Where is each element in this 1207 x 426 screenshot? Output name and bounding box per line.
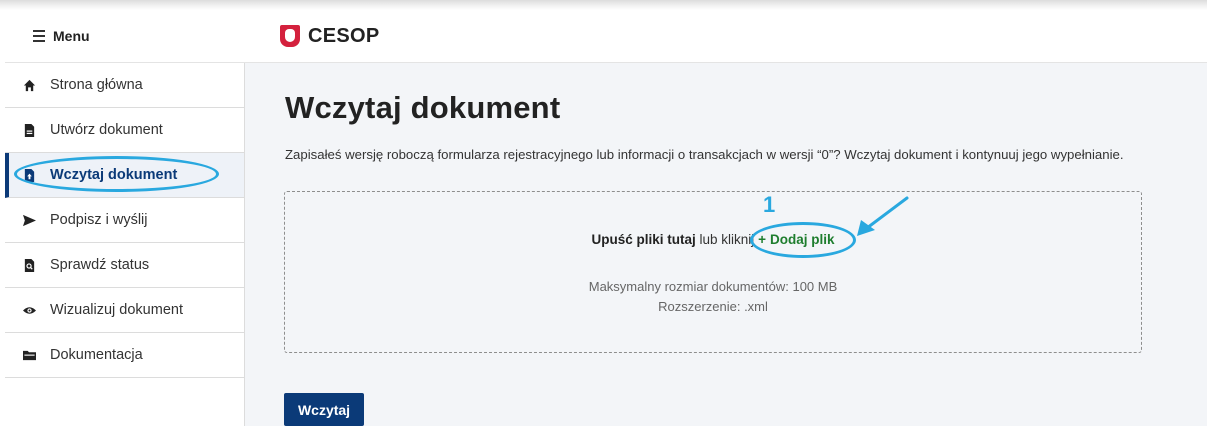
add-file-link[interactable]: + Dodaj plik (750, 222, 857, 258)
load-button[interactable]: Wczytaj (284, 393, 364, 426)
upload-document-icon (23, 168, 36, 182)
send-icon (23, 214, 36, 227)
sidebar-item-label: Podpisz i wyślij (50, 212, 148, 228)
annotation-step-number: 1 (763, 192, 776, 217)
sidebar-item-load-document[interactable]: Wczytaj dokument (5, 153, 244, 198)
sidebar-item-documentation[interactable]: Dokumentacja (5, 333, 244, 378)
sidebar-item-create-document[interactable]: Utwórz dokument (5, 108, 244, 153)
drop-strong-text: Upuść pliki tutaj (591, 232, 696, 247)
sidebar-item-label: Utwórz dokument (50, 122, 163, 138)
add-file-label: Dodaj plik (769, 232, 835, 247)
intro-text: Zapisałeś wersję roboczą formularza reje… (285, 147, 1124, 162)
search-document-icon (23, 258, 36, 272)
sidebar-item-visualize-document[interactable]: Wizualizuj dokument (5, 288, 244, 333)
sidebar-item-check-status[interactable]: Sprawdź status (5, 243, 244, 288)
polish-emblem-icon (280, 25, 300, 47)
sidebar-item-sign-and-send[interactable]: Podpisz i wyślij (5, 198, 244, 243)
brand-name: CESOP (308, 24, 380, 47)
hamburger-icon (33, 30, 45, 42)
eye-icon (23, 304, 36, 317)
drop-or-text: lub kliknij (695, 232, 759, 247)
sidebar-item-label: Wczytaj dokument (50, 167, 178, 183)
page-title: Wczytaj dokument (285, 90, 561, 125)
main-content: Wczytaj dokument Zapisałeś wersję robocz… (245, 63, 1207, 426)
file-dropzone[interactable]: 1 Upuść pliki tutaj lub kliknij + Dodaj p… (284, 191, 1142, 353)
extension-text: Rozszerzenie: .xml (658, 299, 768, 314)
home-icon (23, 79, 36, 92)
menu-button[interactable]: Menu (33, 25, 90, 47)
brand-logo[interactable]: CESOP (280, 22, 380, 50)
menu-label: Menu (53, 28, 90, 44)
plus-icon: + (758, 232, 766, 247)
top-header: Menu CESOP (5, 10, 1207, 63)
sidebar-item-label: Wizualizuj dokument (50, 302, 183, 318)
drop-instructions: Upuść pliki tutaj lub kliknij + Dodaj pli… (285, 222, 1141, 258)
sidebar-item-home[interactable]: Strona główna (5, 63, 244, 108)
sidebar: Strona główna Utwórz dokument Wczytaj do… (5, 63, 245, 426)
app-shell: Menu CESOP Strona główna Utwórz dokument… (5, 10, 1207, 426)
document-icon (23, 123, 36, 137)
max-size-text: Maksymalny rozmiar dokumentów: 100 MB (588, 279, 838, 294)
window-top-shadow (0, 0, 1207, 10)
folder-icon (23, 349, 36, 362)
sidebar-item-label: Sprawdź status (50, 257, 150, 273)
sidebar-item-label: Dokumentacja (50, 347, 143, 363)
sidebar-item-label: Strona główna (50, 77, 143, 93)
